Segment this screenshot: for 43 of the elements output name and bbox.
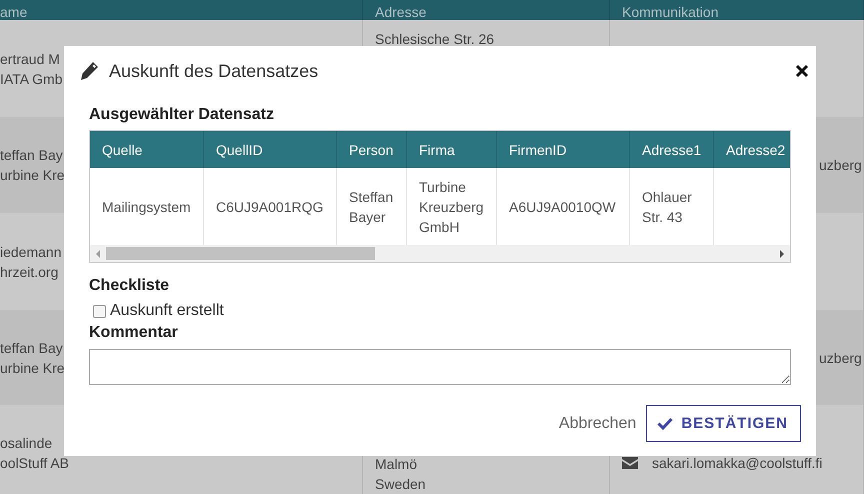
address-text: Malmö — [375, 455, 418, 474]
name-text: iedemann — [0, 242, 62, 262]
column-header: ame — [0, 0, 363, 20]
section-heading: Checkliste — [89, 276, 170, 296]
address-text: Sweden — [375, 475, 426, 494]
name-text: IATA Gmb — [0, 70, 62, 88]
column-header: Firma — [407, 131, 497, 168]
name-text: hrzeit.org — [0, 262, 58, 282]
column-header: Adresse — [363, 0, 610, 20]
column-header: Person — [337, 131, 407, 168]
contact-email: sakari.lomakka@coolstuff.fi — [652, 454, 822, 473]
section-heading: Ausgewählter Datensatz — [89, 105, 275, 125]
section-heading: Kommentar — [89, 323, 179, 343]
check-icon — [657, 417, 674, 430]
cancel-button[interactable]: Abbrechen — [558, 414, 636, 432]
scroll-right-icon[interactable] — [779, 250, 785, 258]
dialog-title: Auskunft des Datensatzes — [109, 60, 320, 82]
column-header: FirmenID — [497, 131, 630, 168]
checkbox-label: Auskunft erstellt — [110, 302, 224, 320]
envelope-icon — [622, 457, 638, 469]
column-header: Quelle — [90, 131, 204, 168]
name-text: teffan Bay — [0, 338, 63, 358]
name-text: oolStuff AB — [0, 454, 70, 473]
scroll-left-icon[interactable] — [95, 250, 101, 258]
scroll-thumb[interactable] — [106, 247, 375, 260]
name-text: urbine Kre — [0, 358, 65, 378]
checkbox[interactable] — [93, 304, 106, 318]
name-text: ertraud M — [0, 50, 60, 68]
column-header: Adresse2 — [714, 131, 790, 168]
horizontal-scrollbar[interactable] — [90, 245, 790, 262]
name-text: osalinde — [0, 434, 52, 453]
column-header: Kommunikation — [610, 0, 864, 20]
confirm-button[interactable]: BESTÄTIGEN — [646, 405, 801, 442]
name-text: urbine Kre — [0, 166, 65, 185]
pencil-icon — [79, 61, 99, 81]
comment-field[interactable] — [89, 349, 791, 385]
column-header: Adresse1 — [630, 131, 714, 168]
close-icon[interactable] — [795, 64, 809, 78]
contact-text: uzberg. — [819, 348, 863, 368]
address-text: Schlesische Str. 26 — [375, 30, 494, 49]
contact-text: uzberg. — [819, 156, 863, 175]
column-header: QuellID — [204, 131, 337, 168]
name-text: teffan Bay — [0, 146, 63, 165]
